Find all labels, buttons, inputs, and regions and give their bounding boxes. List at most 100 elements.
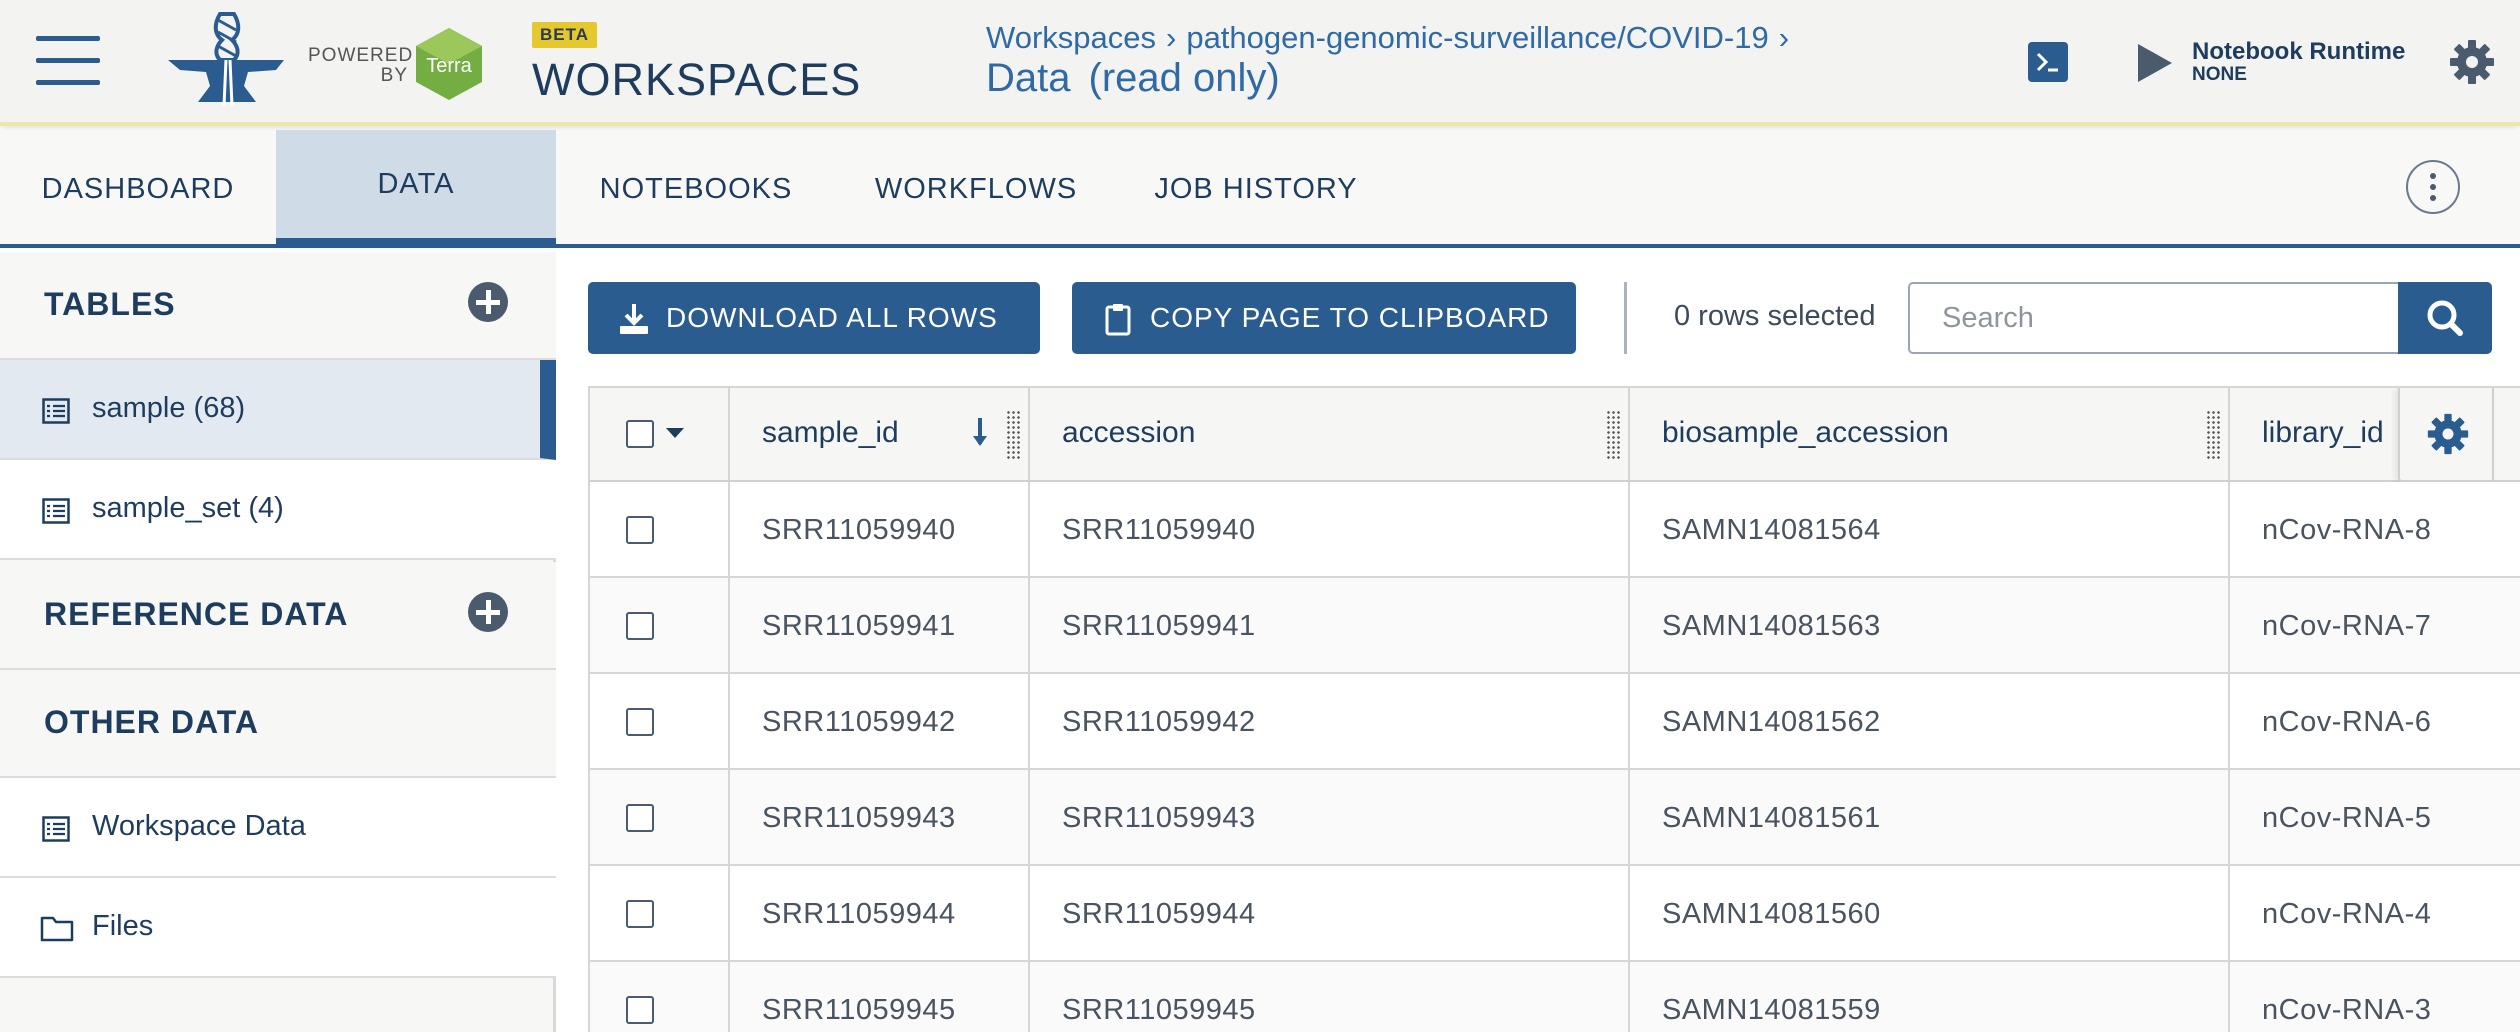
table-cell: SRR11059944 (730, 866, 1030, 960)
cell-biosample-accession: SAMN14081560 (1662, 898, 1881, 930)
column-header-label: library_id (2262, 416, 2384, 449)
table-row: SRR11059940 SRR11059940 SAMN14081564 nCo… (590, 482, 2520, 578)
sidebar-item-workspace-data[interactable]: Workspace Data (0, 778, 556, 878)
cell-library-id: nCov-RNA-4 (2262, 898, 2432, 930)
reference-data-section-header: REFERENCE DATA (0, 562, 556, 670)
table-cell: nCov-RNA-8 (2230, 482, 2520, 576)
select-options-chevron-down-icon[interactable] (666, 428, 684, 438)
column-resize-handle[interactable] (2206, 410, 2220, 460)
column-header-biosample-accession[interactable]: biosample_accession (1630, 388, 2230, 480)
column-resize-handle[interactable] (1606, 410, 1620, 460)
add-table-icon[interactable] (468, 282, 508, 322)
cell-sample-id: SRR11059942 (762, 706, 956, 738)
select-all-header-cell (590, 388, 730, 480)
page-subtitle: (read only) (1088, 56, 1280, 100)
sort-descending-icon[interactable] (970, 416, 990, 450)
cell-accession: SRR11059943 (1062, 802, 1256, 834)
cell-library-id: nCov-RNA-3 (2262, 994, 2432, 1026)
add-reference-data-icon[interactable] (468, 592, 508, 632)
folder-icon (40, 916, 74, 942)
table-cell: SRR11059942 (1030, 674, 1630, 768)
cell-biosample-accession: SAMN14081562 (1662, 706, 1881, 738)
column-settings-button[interactable] (2398, 388, 2494, 482)
row-select-cell (590, 770, 730, 864)
top-header: POWERED BY Terra BETA WORKSPACES Workspa… (0, 0, 2520, 126)
more-options-icon[interactable] (2406, 160, 2460, 214)
column-resize-handle[interactable] (1006, 410, 1020, 460)
data-table: sample_id accession biosample_accession … (588, 386, 2520, 1032)
cell-library-id: nCov-RNA-5 (2262, 802, 2432, 834)
search-button[interactable] (2398, 282, 2492, 354)
row-checkbox[interactable] (626, 804, 654, 832)
row-checkbox[interactable] (626, 996, 654, 1024)
terra-logo-text: Terra (426, 55, 472, 77)
reference-data-title: REFERENCE DATA (44, 596, 349, 632)
search-input[interactable] (1908, 282, 2398, 354)
copy-page-to-clipboard-label: COPY PAGE TO CLIPBOARD (1150, 302, 1550, 333)
play-icon[interactable] (2136, 42, 2174, 84)
tab-notebooks[interactable]: NOTEBOOKS (574, 130, 818, 248)
cell-accession: SRR11059941 (1062, 610, 1256, 642)
download-all-rows-button[interactable]: DOWNLOAD ALL ROWS (588, 282, 1040, 354)
clipboard-icon (1105, 304, 1131, 336)
terminal-icon[interactable] (2028, 42, 2068, 82)
tab-workflows[interactable]: WORKFLOWS (852, 130, 1100, 248)
table-row: SRR11059941 SRR11059941 SAMN14081563 nCo… (590, 578, 2520, 674)
table-cell: SRR11059942 (730, 674, 1030, 768)
cell-sample-id: SRR11059944 (762, 898, 956, 930)
cell-accession: SRR11059944 (1062, 898, 1256, 930)
column-header-sample-id[interactable]: sample_id (730, 388, 1030, 480)
row-select-cell (590, 578, 730, 672)
cell-accession: SRR11059945 (1062, 994, 1256, 1026)
workspace-tab-bar: DASHBOARD DATA NOTEBOOKS WORKFLOWS JOB H… (0, 130, 2520, 248)
column-header-accession[interactable]: accession (1030, 388, 1630, 480)
table-cell: SRR11059945 (1030, 962, 1630, 1032)
runtime-settings-gear-icon[interactable] (2448, 38, 2496, 86)
row-checkbox[interactable] (626, 900, 654, 928)
sidebar-item-label: sample (68) (92, 392, 246, 424)
cell-biosample-accession: SAMN14081559 (1662, 994, 1881, 1026)
cell-library-id: nCov-RNA-6 (2262, 706, 2432, 738)
breadcrumb-workspaces-link[interactable]: Workspaces (986, 20, 1156, 55)
table-cell: SAMN14081560 (1630, 866, 2230, 960)
table-row: SRR11059945 SRR11059945 SAMN14081559 nCo… (590, 962, 2520, 1032)
table-icon (42, 816, 70, 842)
toolbar-divider (1624, 282, 1627, 354)
table-cell: nCov-RNA-4 (2230, 866, 2520, 960)
table-cell: SRR11059944 (1030, 866, 1630, 960)
table-cell: SRR11059943 (730, 770, 1030, 864)
runtime-status: NONE (2192, 64, 2247, 85)
column-settings-gear-icon (2427, 413, 2469, 455)
table-cell: nCov-RNA-5 (2230, 770, 2520, 864)
sidebar-item-sample-set[interactable]: sample_set (4) (0, 460, 556, 560)
row-checkbox[interactable] (626, 612, 654, 640)
table-cell: nCov-RNA-7 (2230, 578, 2520, 672)
cell-sample-id: SRR11059945 (762, 994, 956, 1026)
breadcrumb-separator: › (1166, 20, 1177, 55)
copy-page-to-clipboard-button[interactable]: COPY PAGE TO CLIPBOARD (1072, 282, 1576, 354)
download-all-rows-label: DOWNLOAD ALL ROWS (666, 302, 998, 333)
row-checkbox[interactable] (626, 708, 654, 736)
tab-data[interactable]: DATA (276, 130, 556, 248)
cell-sample-id: SRR11059941 (762, 610, 956, 642)
table-cell: SAMN14081564 (1630, 482, 2230, 576)
row-select-cell (590, 962, 730, 1032)
cell-biosample-accession: SAMN14081561 (1662, 802, 1881, 834)
row-select-cell (590, 674, 730, 768)
anvil-logo (168, 12, 284, 107)
row-checkbox[interactable] (626, 516, 654, 544)
download-icon (620, 304, 648, 334)
row-select-cell (590, 866, 730, 960)
tab-dashboard[interactable]: DASHBOARD (0, 130, 276, 248)
terra-logo: Terra (416, 28, 482, 100)
sidebar-item-files[interactable]: Files (0, 878, 556, 978)
tab-job-history[interactable]: JOB HISTORY (1140, 130, 1372, 248)
table-cell: SRR11059940 (1030, 482, 1630, 576)
cell-accession: SRR11059942 (1062, 706, 1256, 738)
breadcrumb-workspace-link[interactable]: pathogen-genomic-surveillance/COVID-19 (1186, 20, 1768, 55)
runtime-label: Notebook Runtime (2192, 38, 2406, 65)
table-cell: SAMN14081563 (1630, 578, 2230, 672)
hamburger-menu-icon[interactable] (36, 36, 100, 90)
select-all-checkbox[interactable] (626, 420, 654, 448)
sidebar-item-sample[interactable]: sample (68) (0, 360, 556, 460)
